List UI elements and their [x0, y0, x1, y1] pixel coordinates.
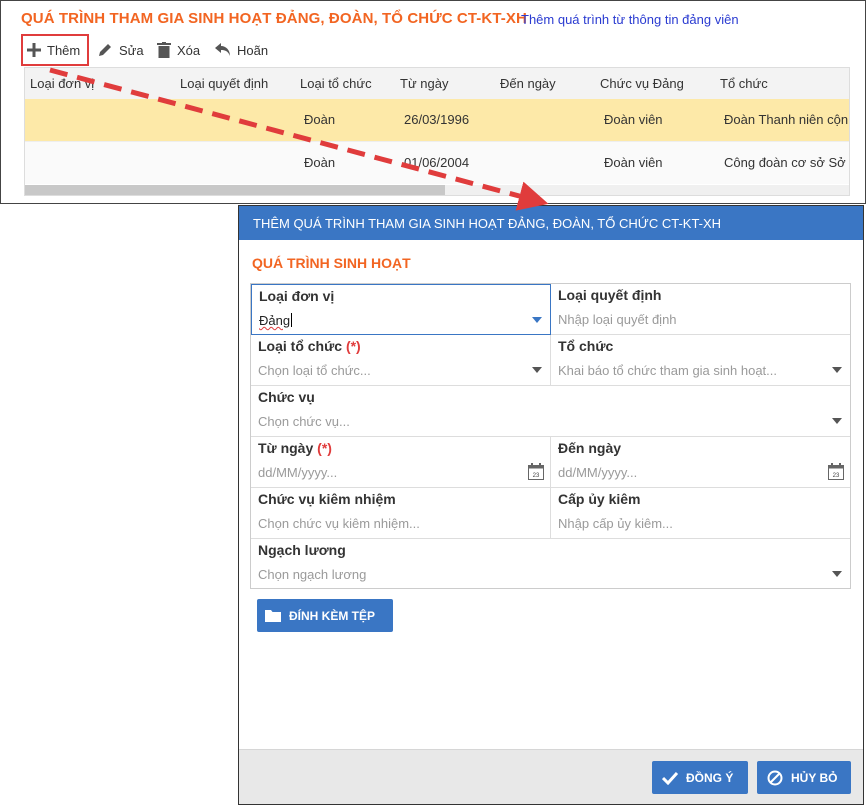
- add-button[interactable]: Thêm: [21, 34, 89, 66]
- process-form: Loại đơn vị Đảng Loại quyết định Nhập lo…: [250, 283, 851, 589]
- field-label: Loại tổ chức (*): [258, 338, 361, 354]
- field-placeholder: Nhập loại quyết định: [558, 312, 677, 327]
- required-marker: (*): [317, 440, 332, 456]
- field-label: Cấp ủy kiêm: [558, 491, 641, 507]
- plus-icon: [27, 43, 41, 57]
- ngach-luong-field[interactable]: Ngạch lương Chọn ngạch lương: [251, 539, 850, 588]
- field-label: Ngạch lương: [258, 542, 346, 558]
- cell-to-chuc: Công đoàn cơ sở Sở ...: [724, 155, 849, 170]
- panel-title: QUÁ TRÌNH THAM GIA SINH HOẠT ĐẢNG, ĐOÀN,…: [21, 10, 527, 27]
- required-marker: (*): [345, 338, 361, 354]
- column-header[interactable]: Đến ngày: [500, 76, 556, 91]
- cell-to-chuc: Đoàn Thanh niên cộn...: [724, 112, 849, 127]
- ok-button[interactable]: ĐỒNG Ý: [652, 761, 748, 794]
- chuc-vu-field[interactable]: Chức vụ Chọn chức vụ...: [251, 386, 850, 437]
- chevron-down-icon[interactable]: [832, 367, 842, 373]
- process-panel: QUÁ TRÌNH THAM GIA SINH HOẠT ĐẢNG, ĐOÀN,…: [0, 0, 866, 204]
- cell-chuc-vu: Đoàn viên: [604, 112, 663, 127]
- delete-button-label: Xóa: [177, 42, 201, 58]
- loai-to-chuc-field[interactable]: Loại tổ chức (*) Chọn loại tổ chức...: [251, 335, 551, 386]
- field-placeholder: dd/MM/yyyy...: [258, 465, 338, 480]
- cell-loai-to-chuc: Đoàn: [304, 155, 336, 170]
- process-grid: Loại đơn vị Loại quyết định Loại tổ chức…: [24, 67, 850, 196]
- svg-text:23: 23: [533, 473, 540, 479]
- field-placeholder: Khai báo tổ chức tham gia sinh hoạt...: [558, 363, 778, 378]
- field-placeholder: dd/MM/yyyy...: [558, 465, 638, 480]
- dialog-footer: ĐỒNG Ý HỦY BỎ: [239, 749, 863, 804]
- field-placeholder: Nhập cấp ủy kiêm...: [558, 516, 673, 531]
- undo-icon: [215, 43, 230, 56]
- grid-header: Loại đơn vị Loại quyết định Loại tổ chức…: [25, 68, 849, 100]
- den-ngay-field[interactable]: Đến ngày dd/MM/yyyy... 23: [551, 437, 850, 488]
- field-label: Chức vụ: [258, 389, 315, 405]
- calendar-icon[interactable]: 23: [528, 463, 544, 480]
- table-row[interactable]: Đoàn 01/06/2004 Đoàn viên Công đoàn cơ s…: [25, 141, 849, 184]
- dialog-title: THÊM QUÁ TRÌNH THAM GIA SINH HOẠT ĐẢNG, …: [253, 216, 722, 231]
- chevron-down-icon[interactable]: [532, 317, 542, 323]
- cell-loai-to-chuc: Đoàn: [304, 112, 336, 127]
- field-placeholder: Chọn chức vụ kiêm nhiệm...: [258, 516, 420, 531]
- cell-chuc-vu: Đoàn viên: [604, 155, 663, 170]
- cell-tu-ngay: 26/03/1996: [404, 112, 470, 127]
- pencil-icon: [99, 44, 111, 56]
- column-header[interactable]: Loại quyết định: [180, 76, 268, 91]
- column-header[interactable]: Tổ chức: [720, 76, 768, 91]
- dialog-header: THÊM QUÁ TRÌNH THAM GIA SINH HOẠT ĐẢNG, …: [239, 206, 863, 240]
- svg-text:23: 23: [833, 473, 840, 479]
- chevron-down-icon[interactable]: [532, 367, 542, 373]
- delete-button[interactable]: Xóa: [157, 34, 200, 66]
- field-label: Từ ngày (*): [258, 440, 332, 456]
- scrollbar-thumb[interactable]: [25, 185, 445, 195]
- cap-uy-kiem-field[interactable]: Cấp ủy kiêm Nhập cấp ủy kiêm...: [551, 488, 850, 539]
- field-label: Đến ngày: [558, 440, 622, 456]
- trash-icon: [157, 42, 171, 58]
- field-placeholder: Chọn chức vụ...: [258, 414, 350, 429]
- ok-button-label: ĐỒNG Ý: [686, 770, 734, 785]
- calendar-icon[interactable]: 23: [828, 463, 844, 480]
- cancel-button[interactable]: HỦY BỎ: [757, 761, 851, 794]
- field-label: Chức vụ kiêm nhiệm: [258, 491, 396, 507]
- folder-icon: [265, 610, 281, 622]
- loai-don-vi-field[interactable]: Loại đơn vị Đảng: [251, 284, 551, 335]
- text-cursor: [291, 313, 293, 327]
- toolbar: Thêm Sửa Xóa Hoãn: [21, 34, 851, 66]
- section-title: QUÁ TRÌNH SINH HOẠT: [252, 255, 411, 271]
- edit-button-label: Sửa: [119, 42, 144, 58]
- add-from-member-info-link[interactable]: Thêm quá trình từ thông tin đảng viên: [521, 12, 739, 27]
- chevron-down-icon[interactable]: [832, 571, 842, 577]
- attach-file-button[interactable]: ĐÍNH KÈM TỆP: [257, 599, 393, 632]
- chevron-down-icon[interactable]: [832, 418, 842, 424]
- table-row[interactable]: Đoàn 26/03/1996 Đoàn viên Đoàn Thanh niê…: [25, 99, 849, 141]
- field-placeholder: Chọn loại tổ chức...: [258, 363, 371, 378]
- column-header[interactable]: Loại tổ chức: [300, 76, 372, 91]
- attach-file-label: ĐÍNH KÈM TỆP: [289, 608, 376, 623]
- to-chuc-field[interactable]: Tổ chức Khai báo tổ chức tham gia sinh h…: [551, 335, 850, 386]
- undo-button-label: Hoãn: [237, 42, 269, 58]
- loai-quyet-dinh-field[interactable]: Loại quyết định Nhập loại quyết định: [551, 284, 850, 335]
- chuc-vu-kiem-nhiem-field[interactable]: Chức vụ kiêm nhiệm Chọn chức vụ kiêm nhi…: [251, 488, 551, 539]
- column-header[interactable]: Từ ngày: [400, 76, 448, 91]
- tu-ngay-field[interactable]: Từ ngày (*) dd/MM/yyyy... 23: [251, 437, 551, 488]
- column-header[interactable]: Chức vụ Đảng: [600, 76, 684, 91]
- field-label: Tổ chức: [558, 338, 614, 354]
- field-label: Loại đơn vị: [259, 288, 335, 304]
- check-icon: [662, 771, 678, 785]
- horizontal-scrollbar[interactable]: [25, 185, 849, 195]
- undo-button[interactable]: Hoãn: [215, 34, 268, 66]
- column-header[interactable]: Loại đơn vị: [30, 76, 94, 91]
- field-label: Loại quyết định: [558, 287, 662, 303]
- cancel-button-label: HỦY BỎ: [791, 770, 838, 785]
- cancel-icon: [767, 770, 783, 785]
- loai-don-vi-value: Đảng: [259, 313, 293, 328]
- field-placeholder: Chọn ngạch lương: [258, 567, 367, 582]
- edit-button[interactable]: Sửa: [97, 34, 144, 66]
- add-process-dialog: THÊM QUÁ TRÌNH THAM GIA SINH HOẠT ĐẢNG, …: [238, 205, 864, 805]
- cell-tu-ngay: 01/06/2004: [404, 155, 470, 170]
- add-button-label: Thêm: [47, 42, 81, 58]
